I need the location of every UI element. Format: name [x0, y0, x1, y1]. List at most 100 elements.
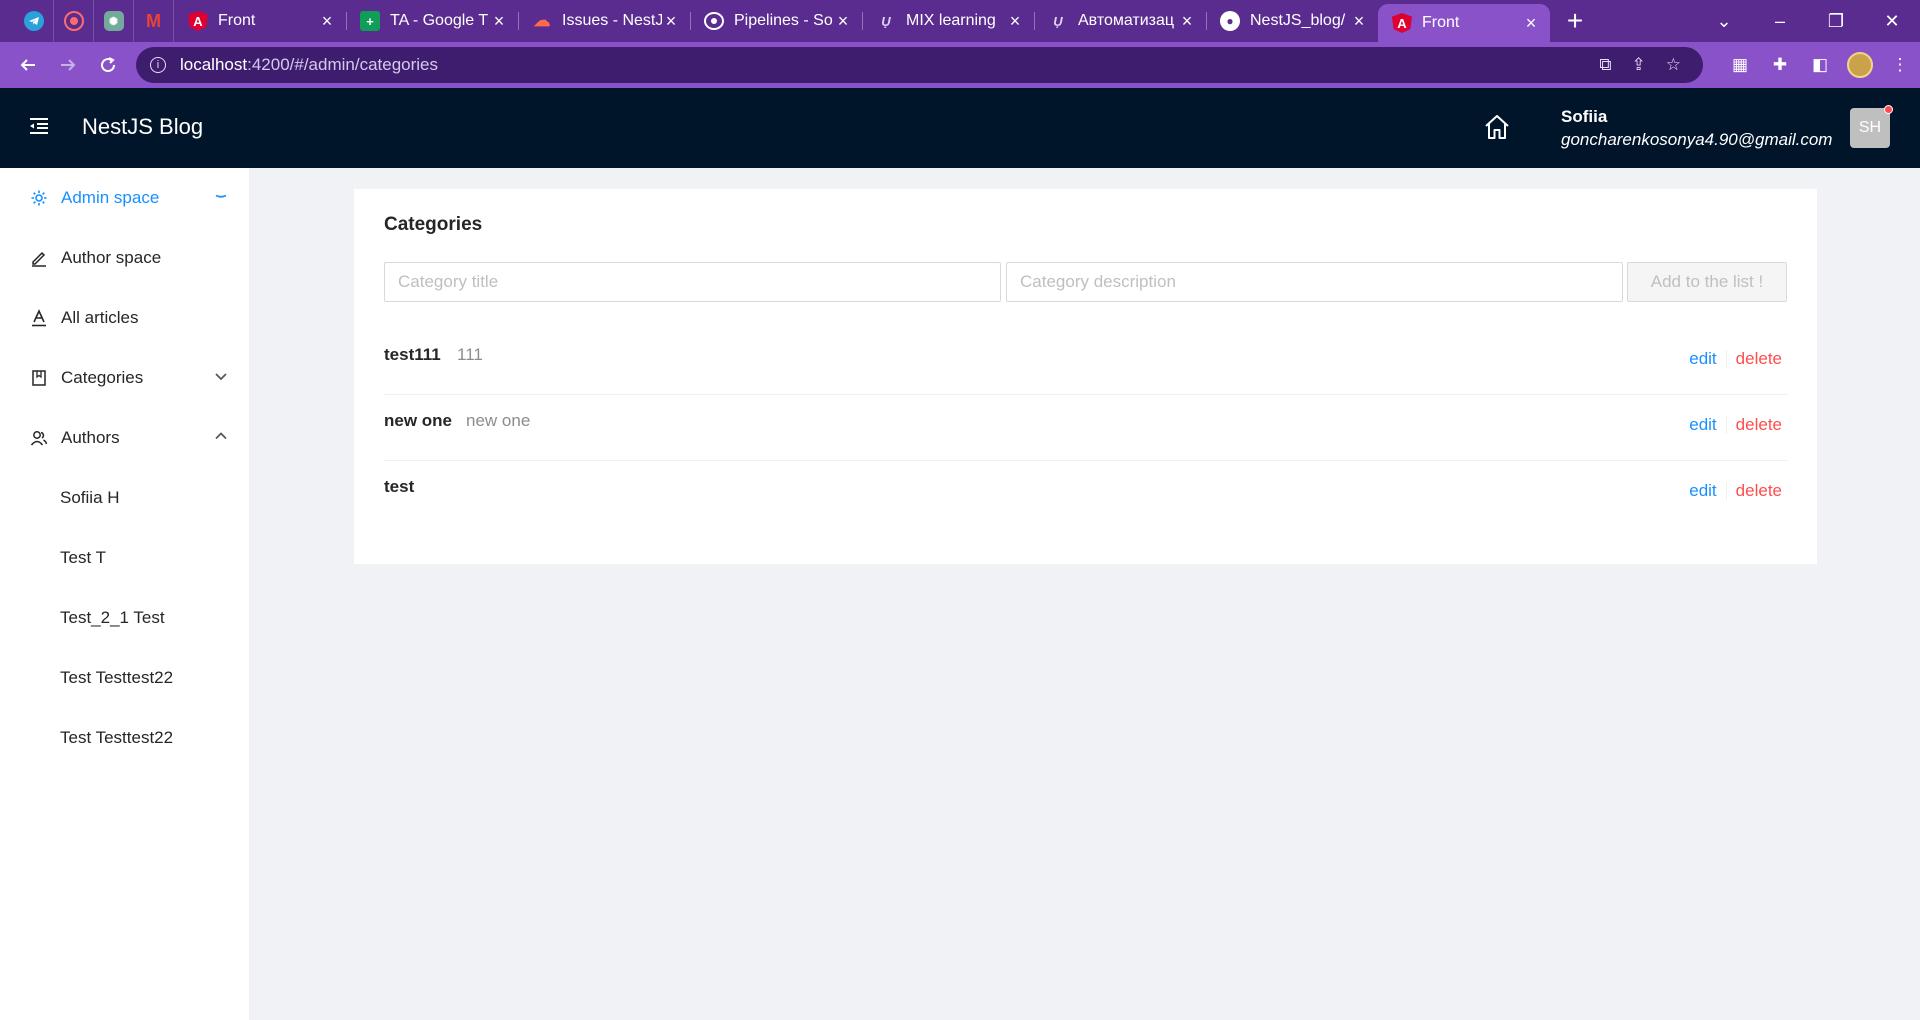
tab-title: MIX learning: [906, 12, 996, 29]
close-icon[interactable]: ×: [1006, 11, 1024, 32]
new-tab-button[interactable]: +: [1550, 0, 1600, 42]
tab-title: Front: [1422, 14, 1460, 31]
sidebar-item-label: Author space: [61, 248, 162, 267]
extension-icon[interactable]: ▦: [1720, 55, 1760, 75]
category-title: test: [384, 477, 415, 496]
bookmark-star-icon[interactable]: ☆: [1666, 55, 1681, 75]
umix-icon: Ụ: [1053, 13, 1063, 29]
browser-tabstrip: ✺ M A Front × + TA - Google T × ☁ Issues…: [0, 0, 1920, 42]
chatgpt-icon: ✺: [103, 11, 124, 31]
pinned-tab-telegram[interactable]: [14, 0, 54, 42]
url-path: :4200/#/admin/categories: [247, 55, 439, 74]
tab-title: NestJS_blog/: [1250, 12, 1346, 29]
close-icon[interactable]: ×: [662, 11, 680, 32]
pipelines-icon: [704, 12, 724, 30]
sidebar-subitem-author[interactable]: Sofiia H: [0, 468, 249, 528]
umix-icon: Ụ: [881, 13, 891, 29]
back-button[interactable]: [8, 42, 48, 88]
side-panel-icon[interactable]: ◧: [1800, 55, 1840, 75]
list-item: test111 111 edit delete: [384, 329, 1788, 395]
google-sheets-icon: +: [360, 11, 380, 31]
app-title: NestJS Blog: [82, 114, 204, 139]
browser-tab[interactable]: ☁ Issues - NestJ ×: [518, 0, 690, 42]
info-icon[interactable]: i: [150, 57, 166, 73]
close-icon[interactable]: ×: [1178, 11, 1196, 32]
extensions-area: ▦ ✚ ◧ ⋮: [1720, 42, 1920, 88]
browser-tab[interactable]: + TA - Google T ×: [346, 0, 518, 42]
close-icon[interactable]: ×: [318, 11, 336, 32]
categories-list: test111 111 edit delete new one new one …: [384, 329, 1788, 527]
restore-button[interactable]: ❐: [1808, 11, 1864, 32]
browser-tab[interactable]: A Front ×: [174, 0, 346, 42]
sidebar-item-admin-space[interactable]: Admin space: [0, 168, 249, 228]
close-icon[interactable]: ×: [1350, 11, 1368, 32]
browser-tab[interactable]: Pipelines - So ×: [690, 0, 862, 42]
github-icon: ●: [1220, 11, 1240, 31]
sidebar-item-author-space[interactable]: Author space: [0, 228, 249, 288]
browser-toolbar: i localhost:4200/#/admin/categories ⧉ ⇪ …: [0, 42, 1920, 88]
divider: [1725, 416, 1727, 434]
avatar[interactable]: SH: [1850, 105, 1893, 148]
url-host: localhost: [180, 55, 248, 74]
translate-icon[interactable]: ⧉: [1599, 55, 1611, 75]
list-item: test edit delete: [384, 461, 1788, 527]
edit-link[interactable]: edit: [1689, 481, 1716, 501]
avatar-initials: SH: [1858, 119, 1882, 136]
address-bar[interactable]: i localhost:4200/#/admin/categories ⧉ ⇪ …: [136, 47, 1703, 83]
sidebar-item-authors[interactable]: Authors: [0, 408, 249, 468]
pinned-tab-chatgpt[interactable]: ✺: [94, 0, 134, 42]
telegram-icon: [23, 11, 44, 31]
cloud-icon: ☁: [533, 11, 551, 30]
sidebar: Admin space Author space All articles Ca…: [0, 168, 250, 1020]
tab-title: TA - Google T: [390, 12, 489, 29]
user-email: goncharenkosonya4.90@gmail.com: [1561, 130, 1833, 149]
profile-avatar[interactable]: [1847, 52, 1873, 78]
close-window-button[interactable]: ✕: [1864, 11, 1920, 32]
delete-link[interactable]: delete: [1736, 349, 1782, 369]
chevron-down-icon: [214, 368, 228, 382]
sidebar-subitem-author[interactable]: Test_2_1 Test: [0, 588, 249, 648]
chevron-up-icon: [214, 428, 228, 442]
edit-link[interactable]: edit: [1689, 349, 1716, 369]
category-title: new one: [384, 411, 453, 430]
pinned-tab-record[interactable]: [54, 0, 94, 42]
browser-tab[interactable]: Ụ MIX learning ×: [862, 0, 1034, 42]
team-icon: [29, 428, 49, 448]
tab-search-icon[interactable]: ⌄: [1696, 11, 1752, 32]
close-icon[interactable]: ×: [1522, 13, 1540, 34]
minimize-button[interactable]: –: [1752, 11, 1808, 32]
angular-icon: A: [188, 11, 208, 31]
browser-tab[interactable]: ● NestJS_blog/ ×: [1206, 0, 1378, 42]
browser-tab-active[interactable]: A Front ×: [1378, 4, 1550, 42]
pinned-tab-gmail[interactable]: M: [134, 0, 174, 42]
close-icon[interactable]: ×: [834, 11, 852, 32]
category-title-input[interactable]: [384, 262, 1001, 302]
sidebar-item-categories[interactable]: Categories: [0, 348, 249, 408]
puzzle-icon[interactable]: ✚: [1760, 55, 1800, 75]
share-icon[interactable]: ⇪: [1632, 55, 1646, 75]
sidebar-item-all-articles[interactable]: All articles: [0, 288, 249, 348]
close-icon[interactable]: ×: [490, 11, 508, 32]
sidebar-subitem-author[interactable]: Test T: [0, 528, 249, 588]
delete-link[interactable]: delete: [1736, 481, 1782, 501]
category-description-input[interactable]: [1006, 262, 1623, 302]
category-description: new one: [466, 411, 531, 430]
reload-button[interactable]: [88, 42, 128, 88]
sidebar-subitem-author[interactable]: Test Testtest22: [0, 648, 249, 708]
kebab-menu-icon[interactable]: ⋮: [1880, 55, 1920, 75]
sidebar-subitem-author[interactable]: Test Testtest22: [0, 708, 249, 768]
gear-icon: [29, 188, 49, 208]
app-header: NestJS Blog Sofiia goncharenkosonya4.90@…: [0, 88, 1920, 168]
edit-link[interactable]: edit: [1689, 415, 1716, 435]
delete-link[interactable]: delete: [1736, 415, 1782, 435]
notification-dot: [1884, 105, 1893, 114]
add-to-list-button[interactable]: Add to the list !: [1627, 262, 1787, 302]
home-icon[interactable]: [1482, 112, 1514, 144]
browser-tab[interactable]: Ụ Автоматизац ×: [1034, 0, 1206, 42]
pen-icon: [29, 248, 49, 268]
menu-fold-icon[interactable]: [28, 115, 54, 141]
row-actions: edit delete: [1689, 481, 1782, 501]
book-icon: [29, 368, 49, 388]
sidebar-item-label: Admin space: [61, 188, 160, 207]
forward-button[interactable]: [48, 42, 88, 88]
